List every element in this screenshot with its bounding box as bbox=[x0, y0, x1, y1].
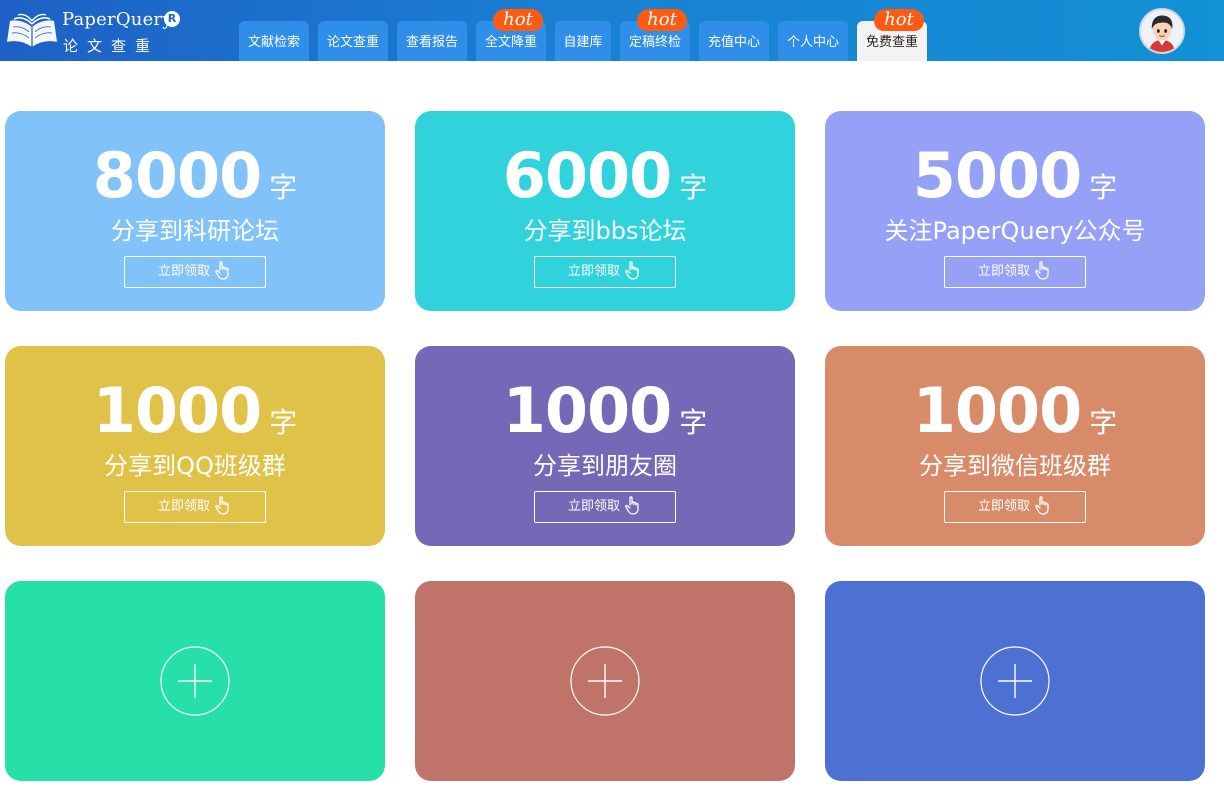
nav-tab[interactable]: 充值中心 bbox=[699, 21, 769, 61]
claim-button-label: 立即领取 bbox=[977, 264, 1030, 279]
reward-number: 1000 bbox=[912, 374, 1083, 447]
hand-pointer-icon bbox=[215, 495, 229, 515]
reward-description: 分享到bbs论坛 bbox=[523, 217, 687, 245]
hand-pointer-icon bbox=[625, 260, 639, 280]
brand-name-en: PaperQuery bbox=[62, 9, 173, 30]
avatar-cartoon-icon bbox=[1141, 10, 1183, 52]
claim-button[interactable]: 立即领取 bbox=[534, 491, 676, 523]
claim-button-label: 立即领取 bbox=[157, 499, 210, 514]
claim-button[interactable]: 立即领取 bbox=[534, 256, 676, 288]
add-reward-card[interactable] bbox=[825, 581, 1205, 781]
reward-card: 1000 字分享到微信班级群立即领取 bbox=[825, 346, 1205, 546]
reward-unit: 字 bbox=[269, 171, 298, 204]
reward-card: 1000 字分享到朋友圈 立即领取 bbox=[415, 346, 795, 546]
hand-pointer-icon bbox=[1035, 260, 1049, 280]
claim-button-label: 立即领取 bbox=[567, 264, 620, 279]
hand-pointer-icon bbox=[1035, 495, 1049, 515]
reward-description: 分享到QQ班级群 bbox=[104, 452, 286, 480]
reward-description: 分享到科研论坛 bbox=[111, 217, 279, 245]
add-reward-card[interactable] bbox=[5, 581, 385, 781]
reward-unit: 字 bbox=[679, 406, 708, 439]
reward-description: 关注PaperQuery公众号 bbox=[884, 217, 1146, 245]
reward-amount: 1000 字 bbox=[825, 374, 1205, 447]
reward-number: 1000 bbox=[92, 374, 263, 447]
reward-description: 分享到朋友圈 bbox=[533, 452, 677, 480]
hot-badge: hot bbox=[874, 9, 924, 31]
reward-card: 8000 字分享到科研论坛立即领取 bbox=[5, 111, 385, 311]
reward-number: 5000 bbox=[912, 139, 1083, 212]
hand-pointer-icon bbox=[625, 495, 639, 515]
claim-button[interactable]: 立即领取 bbox=[944, 491, 1086, 523]
nav-tab[interactable]: 查看报告 bbox=[397, 21, 467, 61]
reward-unit: 字 bbox=[269, 406, 298, 439]
add-reward-card[interactable] bbox=[415, 581, 795, 781]
nav-tab[interactable]: 自建库 bbox=[555, 21, 611, 61]
claim-button-label: 立即领取 bbox=[567, 499, 620, 514]
reward-description: 分享到微信班级群 bbox=[919, 452, 1111, 480]
plus-circle-icon bbox=[980, 646, 1050, 716]
brand-name-cn: 论文查重 bbox=[63, 37, 160, 55]
claim-button[interactable]: 立即领取 bbox=[944, 256, 1086, 288]
reward-number: 1000 bbox=[502, 374, 673, 447]
hand-pointer-icon bbox=[215, 260, 229, 280]
reward-unit: 字 bbox=[1089, 406, 1118, 439]
claim-button-label: 立即领取 bbox=[977, 499, 1030, 514]
brand-logo[interactable]: PaperQuery R 论文查重 bbox=[6, 9, 186, 55]
reward-card: 5000 字关注PaperQuery公众号立即领取 bbox=[825, 111, 1205, 311]
reward-amount: 1000 字 bbox=[5, 374, 385, 447]
reward-unit: 字 bbox=[1089, 171, 1118, 204]
reward-amount: 1000 字 bbox=[415, 374, 795, 447]
user-avatar[interactable] bbox=[1139, 8, 1185, 54]
registered-mark-icon: R bbox=[164, 11, 180, 27]
reward-unit: 字 bbox=[679, 171, 708, 204]
claim-button-label: 立即领取 bbox=[157, 264, 210, 279]
reward-card: 1000 字分享到QQ班级群立即领取 bbox=[5, 346, 385, 546]
plus-circle-icon bbox=[160, 646, 230, 716]
nav-tab[interactable]: 论文查重 bbox=[318, 21, 388, 61]
reward-number: 8000 bbox=[92, 139, 263, 212]
hot-badge: hot bbox=[493, 9, 543, 31]
reward-amount: 5000 字 bbox=[825, 139, 1205, 212]
reward-card: 6000 字分享到bbs论坛立即领取 bbox=[415, 111, 795, 311]
reward-amount: 6000 字 bbox=[415, 139, 795, 212]
top-header: PaperQuery R 论文查重 文献检索 论文查重 查看报告 全文降重 hot 自建库… bbox=[0, 0, 1224, 61]
reward-number: 6000 bbox=[502, 139, 673, 212]
nav-tab[interactable]: 个人中心 bbox=[778, 21, 848, 61]
nav-tab[interactable]: 文献检索 bbox=[239, 21, 309, 61]
plus-circle-icon bbox=[570, 646, 640, 716]
open-book-icon bbox=[7, 13, 57, 47]
claim-button[interactable]: 立即领取 bbox=[124, 491, 266, 523]
hot-badge: hot bbox=[637, 9, 687, 31]
reward-amount: 8000 字 bbox=[5, 139, 385, 212]
claim-button[interactable]: 立即领取 bbox=[124, 256, 266, 288]
